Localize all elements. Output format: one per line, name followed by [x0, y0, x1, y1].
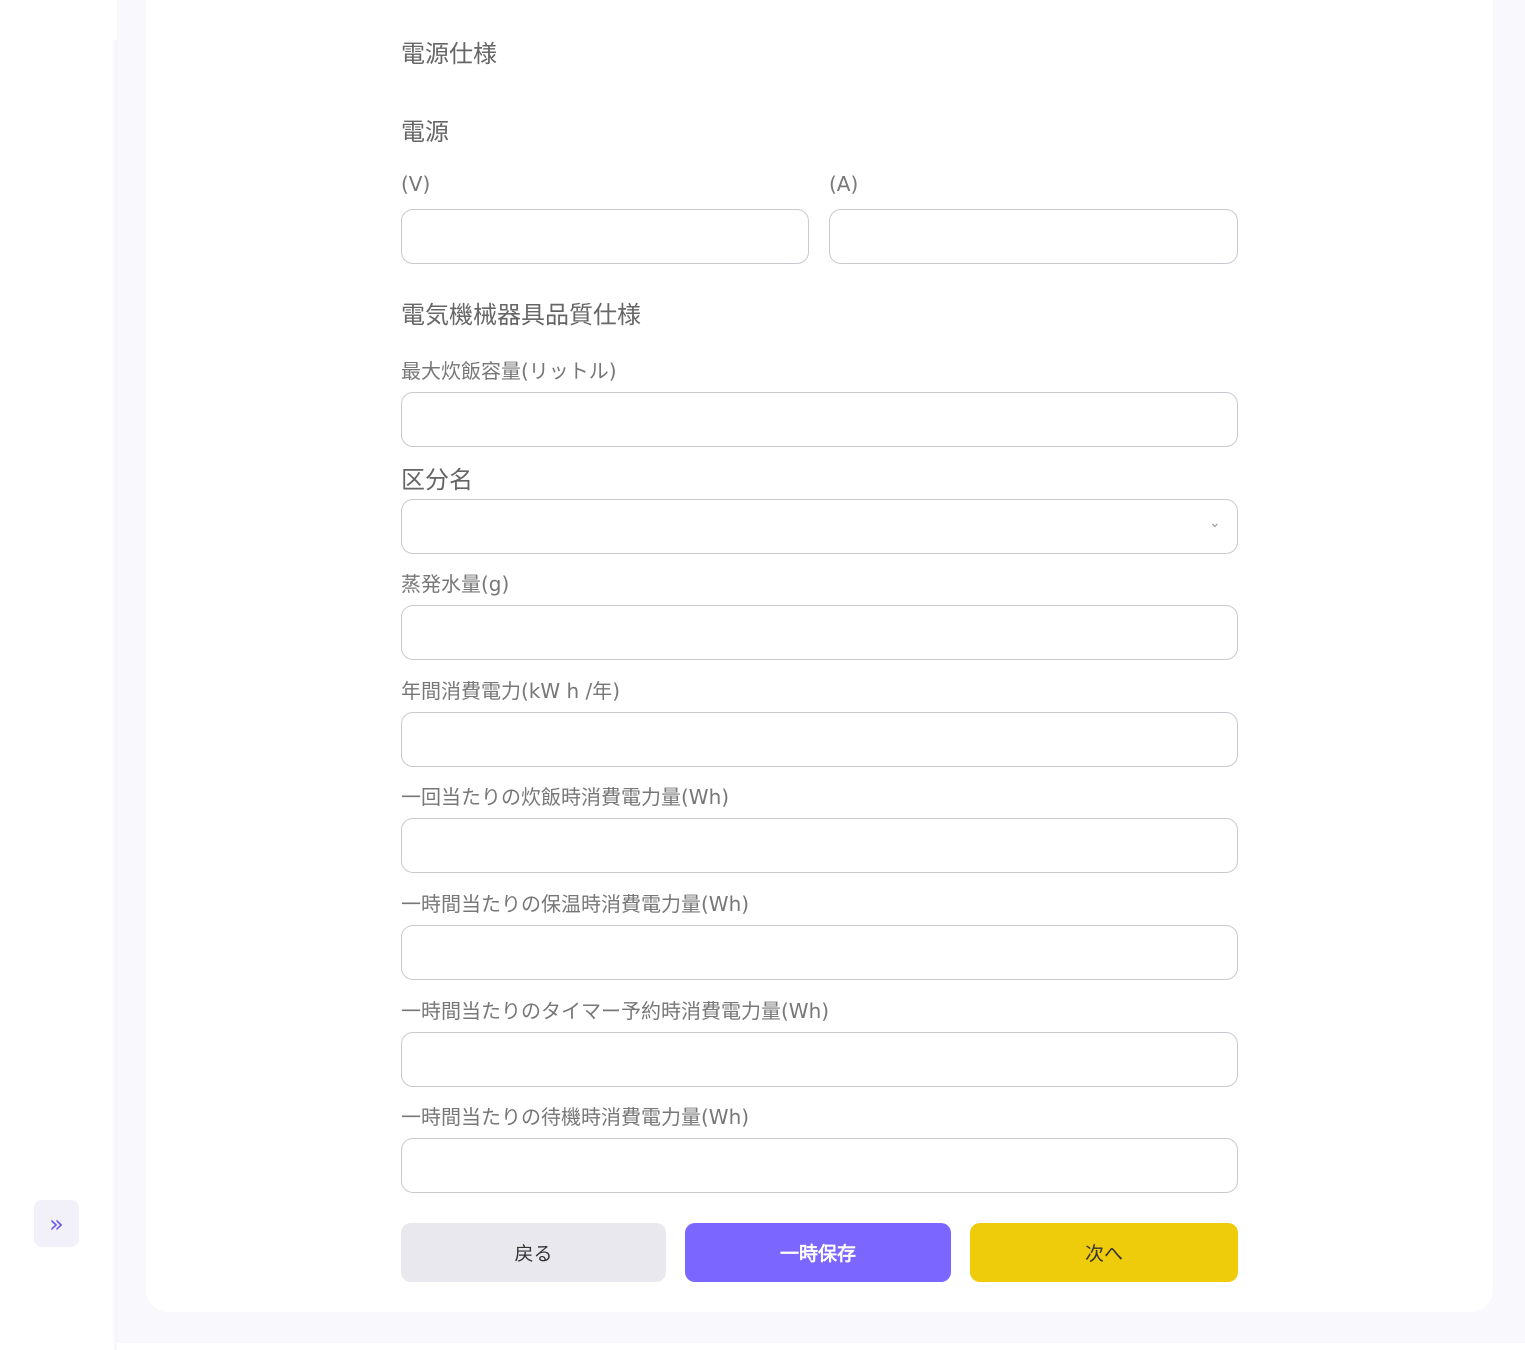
power-spec-title: 電源仕様 [401, 40, 497, 68]
evaporation-label: 蒸発水量(g) [401, 572, 510, 596]
next-button[interactable]: 次へ [970, 1223, 1238, 1282]
category-label: 区分名 [401, 466, 473, 494]
double-chevron-right-icon: » [49, 1209, 64, 1238]
standby-power-input[interactable] [401, 1138, 1238, 1193]
chevron-down-icon: ⌄ [1209, 515, 1221, 531]
evaporation-input[interactable] [401, 605, 1238, 660]
ampere-label: (A) [829, 172, 859, 196]
save-draft-button[interactable]: 一時保存 [685, 1223, 951, 1282]
ampere-input[interactable] [829, 209, 1238, 264]
timer-power-label: 一時間当たりのタイマー予約時消費電力量(Wh) [401, 999, 830, 1023]
standby-power-label: 一時間当たりの待機時消費電力量(Wh) [401, 1105, 750, 1129]
annual-power-label: 年間消費電力(kW h /年) [401, 679, 621, 703]
timer-power-input[interactable] [401, 1032, 1238, 1087]
sidebar [0, 0, 117, 1350]
keep-warm-power-input[interactable] [401, 925, 1238, 980]
annual-power-input[interactable] [401, 712, 1238, 767]
max-capacity-label: 最大炊飯容量(リットル) [401, 359, 617, 383]
voltage-label: (V) [401, 172, 431, 196]
power-title: 電源 [401, 118, 449, 146]
quality-spec-title: 電気機械器具品質仕様 [401, 301, 641, 329]
per-cook-power-label: 一回当たりの炊飯時消費電力量(Wh) [401, 785, 730, 809]
max-capacity-input[interactable] [401, 392, 1238, 447]
per-cook-power-input[interactable] [401, 818, 1238, 873]
voltage-input[interactable] [401, 209, 809, 264]
category-select[interactable]: ⌄ [401, 499, 1238, 554]
sidebar-expand-button[interactable]: » [34, 1200, 79, 1247]
back-button[interactable]: 戻る [401, 1223, 666, 1282]
keep-warm-power-label: 一時間当たりの保温時消費電力量(Wh) [401, 892, 750, 916]
